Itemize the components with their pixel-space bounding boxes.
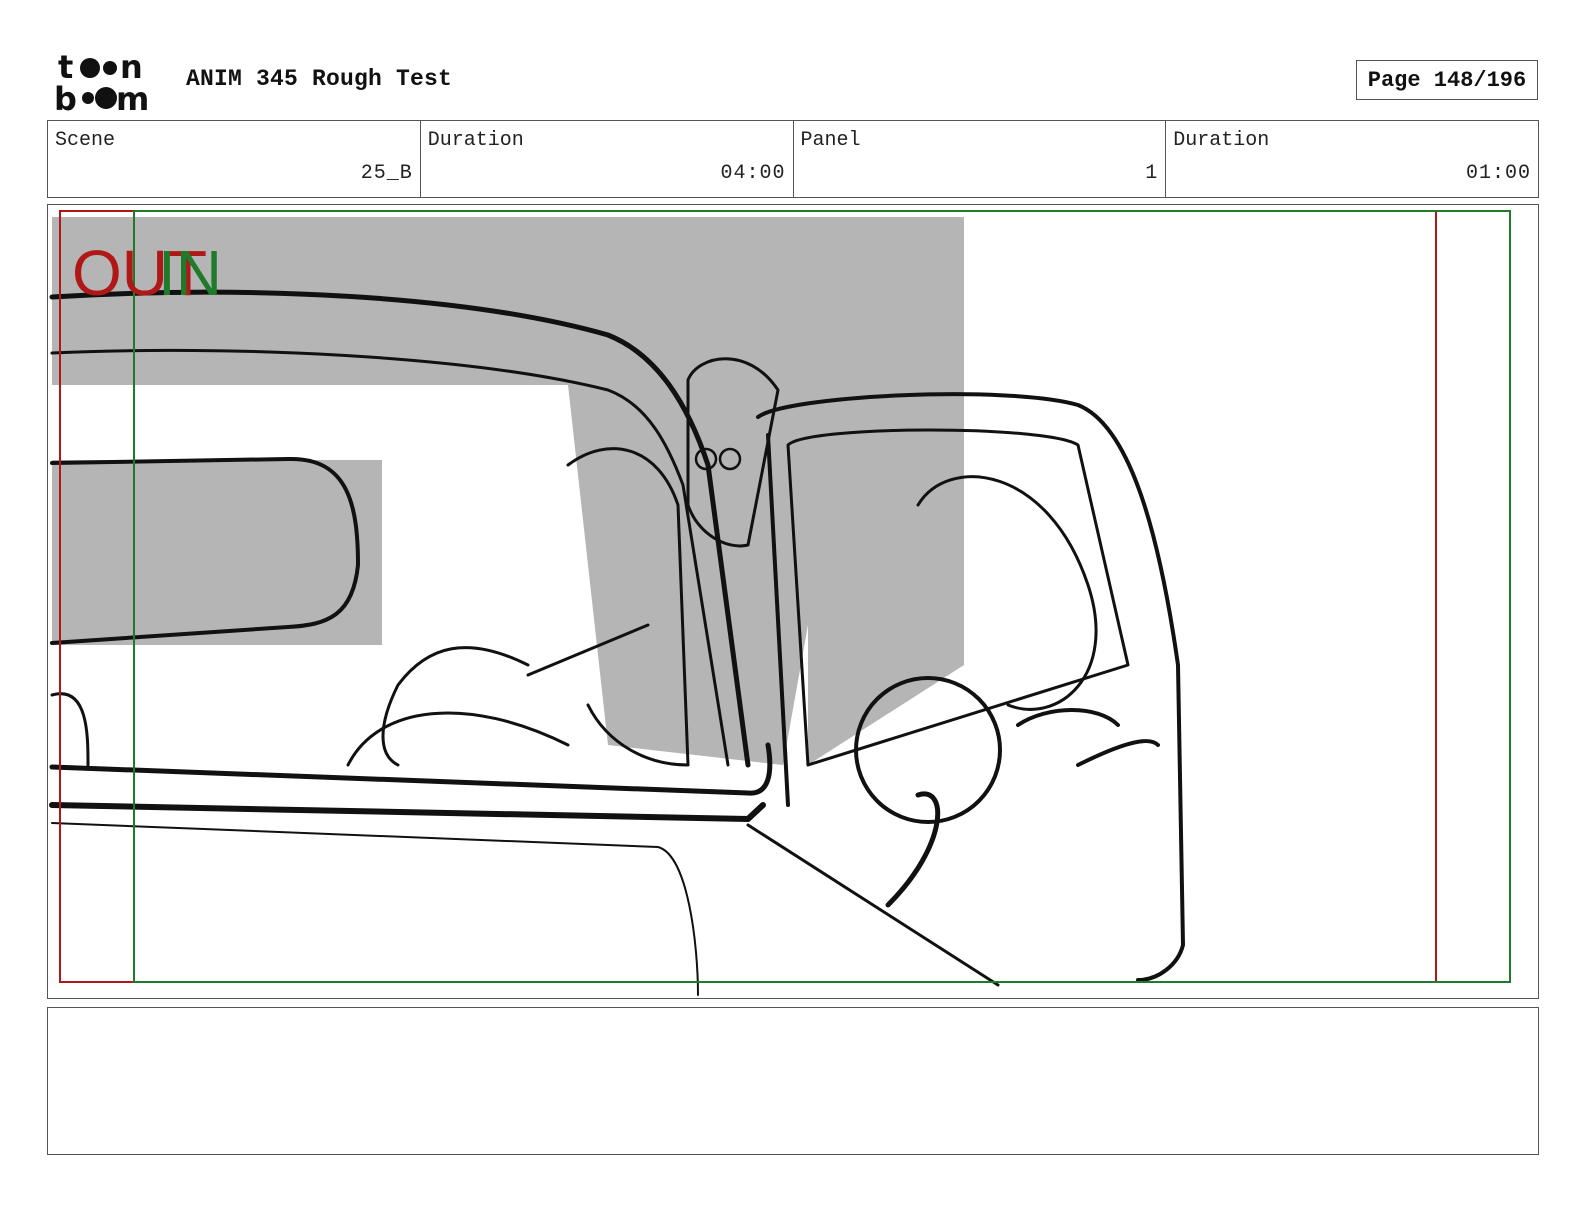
scene-label: Scene xyxy=(55,129,116,152)
body-panel-line xyxy=(51,822,699,996)
driver-arm xyxy=(381,646,530,767)
scene-duration-cell: Duration 04:00 xyxy=(421,121,794,197)
storyboard-panel: OUT IN xyxy=(47,204,1539,999)
svg-text:b: b xyxy=(54,80,77,114)
panel-label: Panel xyxy=(800,129,861,152)
scene-duration-label: Duration xyxy=(427,129,524,152)
toonboom-logo: t n b m xyxy=(54,50,149,114)
steering-wheel xyxy=(346,711,570,767)
in-label: IN xyxy=(158,237,222,309)
panel-duration-value: 01:00 xyxy=(1465,162,1531,185)
page-indicator: Page 148/196 xyxy=(1356,60,1538,100)
lower-beltline xyxy=(49,802,766,822)
scene-duration-value: 04:00 xyxy=(720,162,786,185)
scene-value: 25_B xyxy=(360,162,413,185)
scene-cell: Scene 25_B xyxy=(48,121,421,197)
panel-duration-label: Duration xyxy=(1173,129,1270,152)
beltline xyxy=(49,742,773,796)
passenger-head xyxy=(854,676,1002,824)
panel-info-table: Scene 25_B Duration 04:00 Panel 1 Durati… xyxy=(47,120,1539,198)
panel-cell: Panel 1 xyxy=(794,121,1167,197)
panel-notes-box[interactable] xyxy=(47,1007,1539,1155)
door-handle xyxy=(1016,708,1120,727)
armrest xyxy=(1076,739,1160,767)
panel-sketch: OUT IN xyxy=(49,210,1511,996)
svg-text:m: m xyxy=(116,80,149,114)
seat-edge xyxy=(50,692,90,767)
project-title: ANIM 345 Rough Test xyxy=(186,66,453,92)
door-sill xyxy=(746,823,1000,987)
panel-duration-cell: Duration 01:00 xyxy=(1166,121,1538,197)
panel-value: 1 xyxy=(1145,162,1159,185)
passenger-arm xyxy=(885,791,941,908)
